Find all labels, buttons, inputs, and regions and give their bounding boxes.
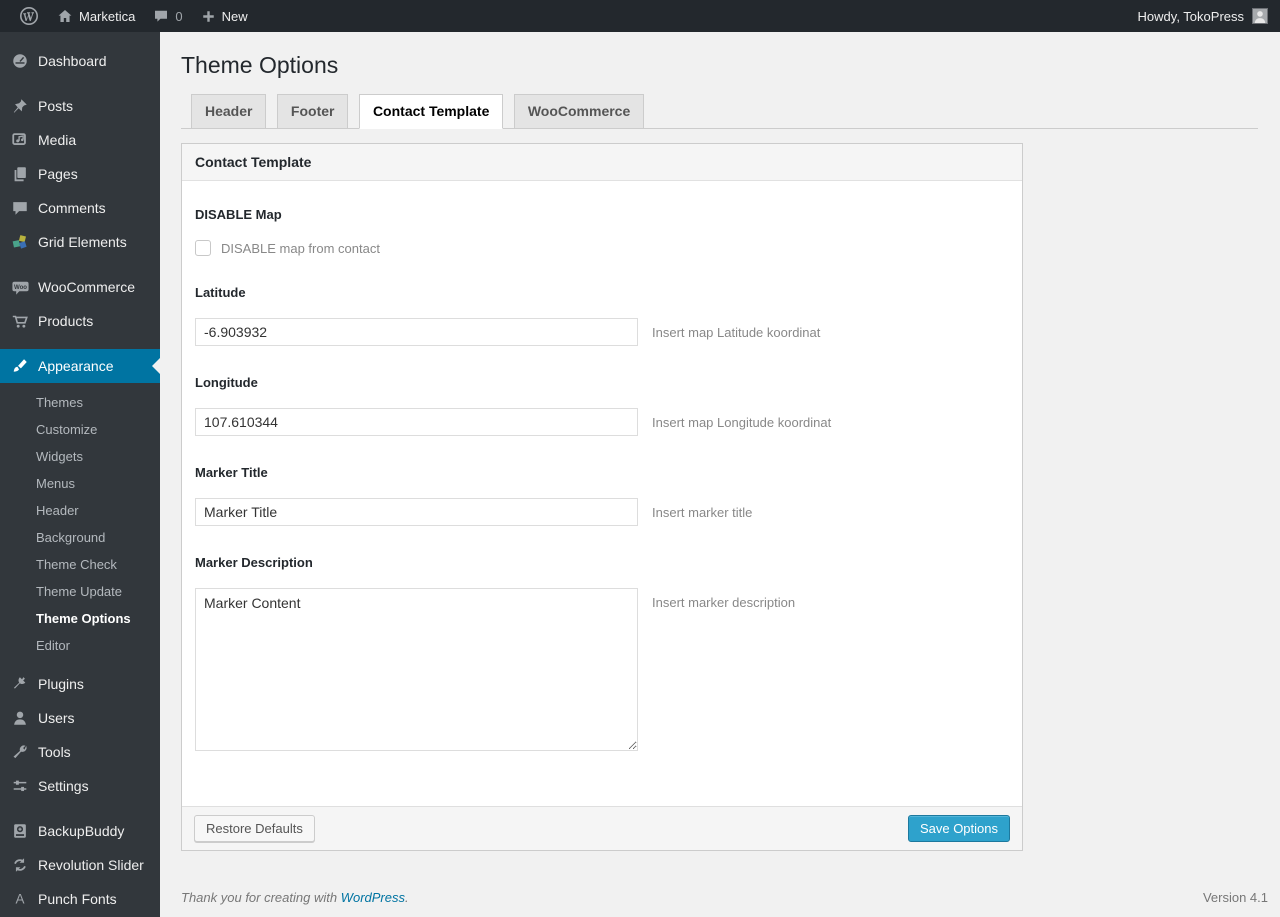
- wrench-icon: [10, 742, 30, 762]
- sidebar-item-posts[interactable]: Posts: [0, 89, 160, 123]
- plus-icon: [202, 10, 214, 22]
- sidebar-item-dashboard[interactable]: Dashboard: [0, 44, 160, 78]
- marker-description-textarea[interactable]: Marker Content: [195, 588, 638, 751]
- disable-map-checkbox[interactable]: [195, 240, 211, 256]
- comments-icon: [10, 198, 30, 218]
- field-hint: Insert marker description: [652, 595, 796, 610]
- person-icon: [1254, 11, 1266, 23]
- submenu-item-theme-check[interactable]: Theme Check: [0, 551, 160, 578]
- submenu-item-theme-options[interactable]: Theme Options: [0, 605, 160, 632]
- settings-icon: [10, 776, 30, 796]
- sidebar-item-media[interactable]: Media: [0, 123, 160, 157]
- sidebar-item-punch-fonts[interactable]: A Punch Fonts: [0, 882, 160, 916]
- submenu-item-menus[interactable]: Menus: [0, 470, 160, 497]
- sidebar-item-tools[interactable]: Tools: [0, 735, 160, 769]
- sidebar-item-woocommerce[interactable]: Woo WooCommerce: [0, 270, 160, 304]
- field-hint: Insert map Latitude koordinat: [652, 324, 821, 340]
- submenu-item-widgets[interactable]: Widgets: [0, 443, 160, 470]
- sidebar-item-products[interactable]: Products: [0, 304, 160, 338]
- wordpress-logo-icon[interactable]: [10, 0, 48, 32]
- submenu-item-themes[interactable]: Themes: [0, 389, 160, 416]
- comment-bubble-icon: [155, 10, 168, 22]
- sidebar-item-pages[interactable]: Pages: [0, 157, 160, 191]
- home-icon: [58, 10, 72, 22]
- site-link[interactable]: Marketica: [48, 0, 144, 32]
- save-options-button[interactable]: Save Options: [907, 815, 1010, 842]
- footer-thanks: Thank you for creating with WordPress.: [181, 890, 409, 905]
- media-icon: [10, 130, 30, 150]
- panel-header: Contact Template: [182, 144, 1022, 181]
- panel-body: DISABLE Map DISABLE map from contact Lat…: [182, 181, 1022, 806]
- admin-sidebar: Dashboard Posts Media Pages Comments Gri…: [0, 32, 160, 917]
- field-label: Longitude: [195, 375, 258, 390]
- dashboard-icon: [10, 51, 30, 71]
- sidebar-item-plugins[interactable]: Plugins: [0, 667, 160, 701]
- svg-text:A: A: [15, 892, 24, 907]
- checkbox-label: DISABLE map from contact: [221, 240, 380, 256]
- latitude-input[interactable]: [195, 318, 638, 346]
- site-name: Marketica: [79, 8, 136, 24]
- longitude-field: Longitude Insert map Longitude koordinat: [195, 375, 1009, 436]
- admin-bar: Marketica 0 New Howdy, TokoPress: [0, 0, 1280, 32]
- sidebar-item-backupbuddy[interactable]: BackupBuddy: [0, 814, 160, 848]
- submenu-item-editor[interactable]: Editor: [0, 632, 160, 659]
- appearance-submenu: Themes Customize Widgets Menus Header Ba…: [0, 383, 160, 667]
- restore-defaults-button[interactable]: Restore Defaults: [194, 815, 315, 842]
- avatar: [1252, 8, 1268, 24]
- sidebar-item-revolution-slider[interactable]: Revolution Slider: [0, 848, 160, 882]
- svg-text:Woo: Woo: [13, 284, 26, 291]
- plugin-icon: [10, 674, 30, 694]
- field-label: Latitude: [195, 285, 246, 300]
- tab-bar: Header Footer Contact Template WooCommer…: [181, 94, 1258, 129]
- field-hint: Insert map Longitude koordinat: [652, 414, 832, 430]
- pages-icon: [10, 164, 30, 184]
- revolution-slider-icon: [10, 855, 30, 875]
- page-title: Theme Options: [181, 52, 339, 78]
- woocommerce-icon: Woo: [10, 277, 30, 297]
- page-footer: Thank you for creating with WordPress. V…: [160, 890, 1280, 917]
- submenu-item-customize[interactable]: Customize: [0, 416, 160, 443]
- tab-contact-template[interactable]: Contact Template: [358, 94, 504, 129]
- longitude-input[interactable]: [195, 408, 638, 436]
- pushpin-icon: [10, 96, 30, 116]
- paintbrush-icon: [10, 356, 30, 376]
- tab-footer[interactable]: Footer: [276, 94, 349, 129]
- sidebar-item-grid-elements[interactable]: Grid Elements: [0, 225, 160, 259]
- backupbuddy-icon: [10, 821, 30, 841]
- sidebar-item-appearance[interactable]: Appearance: [0, 349, 160, 383]
- field-label: Marker Title: [195, 465, 268, 480]
- marker-description-field: Marker Description Marker Content Insert…: [195, 555, 1009, 751]
- latitude-field: Latitude Insert map Latitude koordinat: [195, 285, 1009, 346]
- howdy-text: Howdy, TokoPress: [1137, 8, 1244, 24]
- marker-title-input[interactable]: [195, 498, 638, 526]
- version-text: Version 4.1: [1202, 890, 1268, 905]
- cart-icon: [10, 311, 30, 331]
- comments-bubble-link[interactable]: 0: [144, 0, 191, 32]
- comment-count: 0: [175, 8, 183, 24]
- sidebar-item-comments[interactable]: Comments: [0, 191, 160, 225]
- field-hint: Insert marker title: [652, 504, 753, 520]
- fonts-icon: A: [10, 889, 30, 909]
- sidebar-item-settings[interactable]: Settings: [0, 769, 160, 803]
- marker-title-field: Marker Title Insert marker title: [195, 465, 1009, 526]
- sidebar-item-users[interactable]: Users: [0, 701, 160, 735]
- grid-elements-icon: [10, 232, 30, 252]
- new-label: New: [221, 8, 248, 24]
- new-content-link[interactable]: New: [192, 0, 257, 32]
- theme-options-panel: Contact Template DISABLE Map DISABLE map…: [181, 143, 1023, 851]
- tab-woocommerce[interactable]: WooCommerce: [513, 94, 645, 129]
- tab-header[interactable]: Header: [191, 94, 267, 129]
- users-icon: [10, 708, 30, 728]
- account-menu[interactable]: Howdy, TokoPress: [1138, 8, 1268, 24]
- wordpress-link[interactable]: WordPress: [341, 890, 405, 905]
- submenu-item-theme-update[interactable]: Theme Update: [0, 578, 160, 605]
- panel-footer: Restore Defaults Save Options: [182, 806, 1022, 850]
- submenu-item-header[interactable]: Header: [0, 497, 160, 524]
- field-label: DISABLE Map: [195, 207, 282, 222]
- disable-map-checkbox-row[interactable]: DISABLE map from contact: [195, 240, 1009, 256]
- current-menu-arrow: [144, 358, 160, 374]
- disable-map-field: DISABLE Map DISABLE map from contact: [195, 207, 1009, 256]
- field-label: Marker Description: [195, 555, 313, 570]
- submenu-item-background[interactable]: Background: [0, 524, 160, 551]
